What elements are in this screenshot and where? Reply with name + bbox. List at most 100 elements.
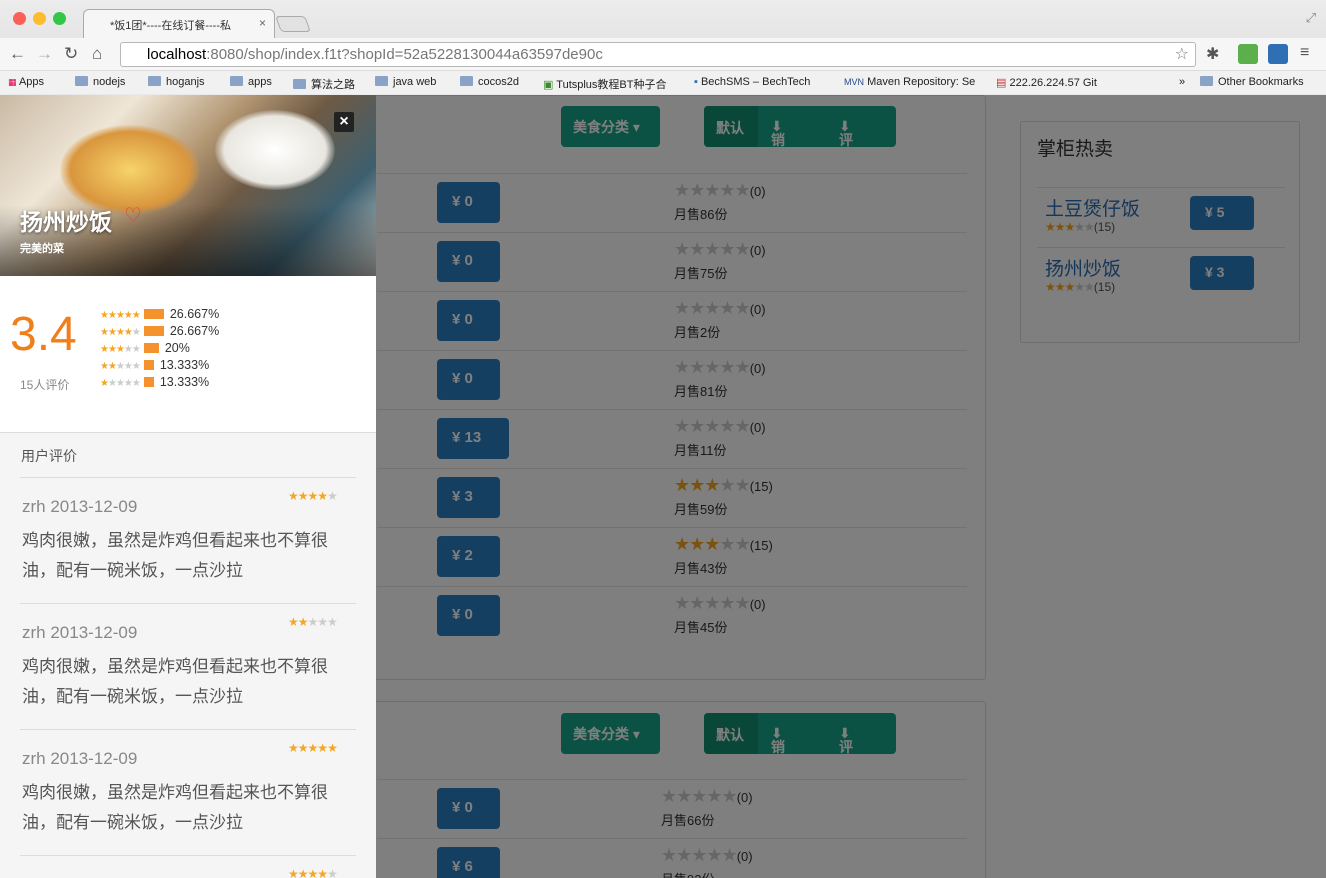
new-tab-button[interactable] xyxy=(275,16,311,32)
favorite-heart-icon[interactable]: ♡ xyxy=(124,203,142,228)
distribution-stars: ★★★★★ xyxy=(100,378,141,389)
reviews-title: 用户评价 xyxy=(21,448,77,464)
bookmark-hoganjs[interactable]: hoganjs xyxy=(148,76,205,88)
divider xyxy=(20,477,356,478)
folder-icon xyxy=(293,79,306,89)
review-stars: ★★★★★ xyxy=(288,615,338,629)
bookmark-javaweb[interactable]: java web xyxy=(375,76,436,88)
review-stars: ★★★★★ xyxy=(288,741,338,755)
git-icon: ▤ xyxy=(996,77,1007,89)
bookmark-label: apps xyxy=(248,76,272,88)
bookmark-apps[interactable]: ▦ Apps xyxy=(8,76,44,88)
rating-distribution-row: ★★★★★ 20% xyxy=(100,341,190,358)
bookmark-label: 算法之路 xyxy=(311,79,355,91)
rating-distribution-row: ★★★★★ 26.667% xyxy=(100,324,219,341)
tab-title: *饭1团*----在线订餐----私 xyxy=(110,20,231,32)
bookmark-label: Maven Repository: Se xyxy=(867,76,976,88)
back-icon[interactable]: ← xyxy=(9,44,26,64)
browser-tab[interactable]: *饭1团*----在线订餐----私 × xyxy=(83,9,275,38)
review-stars: ★★★★★ xyxy=(288,867,338,878)
rating-distribution-row: ★★★★★ 13.333% xyxy=(100,375,209,392)
other-bookmarks[interactable]: Other Bookmarks xyxy=(1200,76,1304,88)
bookmark-git[interactable]: ▤ 222.26.224.57 Git xyxy=(996,76,1097,89)
review-user-date: zrh 2013-12-09 xyxy=(22,749,138,768)
minimize-window-icon[interactable] xyxy=(33,12,46,25)
folder-icon xyxy=(1200,76,1213,86)
distribution-bar xyxy=(143,309,164,319)
forward-icon[interactable]: → xyxy=(36,44,53,64)
tutsplus-icon: ▣ xyxy=(543,79,554,91)
rating-count: 15人评价 xyxy=(20,378,70,392)
bookmark-star-icon[interactable]: ☆ xyxy=(1175,44,1189,64)
distribution-stars: ★★★★★ xyxy=(100,310,141,321)
folder-icon xyxy=(460,76,473,86)
url-host: localhost xyxy=(147,46,207,63)
home-icon[interactable]: ⌂ xyxy=(92,44,102,64)
bookmark-label: 222.26.224.57 Git xyxy=(1009,77,1097,89)
fullscreen-icon[interactable]: ⤢ xyxy=(1306,10,1316,26)
photo-shape xyxy=(60,125,200,215)
divider xyxy=(20,729,356,730)
divider xyxy=(20,855,356,856)
rating-distribution-row: ★★★★★ 26.667% xyxy=(100,307,219,324)
review-user-date: zrh 2013-12-09 xyxy=(22,623,138,642)
bookmark-bechsms[interactable]: ▪ BechSMS – BechTech xyxy=(694,76,829,88)
distribution-bar xyxy=(143,377,154,387)
distribution-percent: 13.333% xyxy=(159,375,210,389)
rating-distribution-row: ★★★★★ 13.333% xyxy=(100,358,209,375)
zoom-window-icon[interactable] xyxy=(53,12,66,25)
bookmark-label: cocos2d xyxy=(478,76,519,88)
bookmark-nodejs[interactable]: nodejs xyxy=(75,76,125,88)
bookmark-label: java web xyxy=(393,76,437,88)
bookmark-label: nodejs xyxy=(93,76,126,88)
menu-icon[interactable]: ≡ xyxy=(1300,44,1309,62)
review-text: 鸡肉很嫩，虽然是炸鸡但看起来也不算很油，配有一碗米饭，一点沙拉 xyxy=(22,657,328,706)
average-score: 3.4 xyxy=(10,308,77,361)
bookmarks-bar: ▦ Apps nodejs hoganjs apps 算法之路 java web… xyxy=(0,70,1326,94)
bookmark-label: Tutsplus教程BT种子合 xyxy=(556,79,667,91)
close-window-icon[interactable] xyxy=(13,12,26,25)
bookmark-apps-folder[interactable]: apps xyxy=(230,76,272,88)
bookmark-overflow[interactable]: » xyxy=(1179,76,1185,88)
maven-icon: MVN xyxy=(844,77,864,87)
dish-name: 扬州炒饭 xyxy=(20,209,112,235)
bookmark-maven[interactable]: MVN Maven Repository: Se xyxy=(844,76,979,88)
folder-icon xyxy=(148,76,161,86)
distribution-percent: 13.333% xyxy=(159,358,210,372)
bechsms-icon: ▪ xyxy=(694,76,698,88)
distribution-percent: 26.667% xyxy=(169,307,220,321)
distribution-bar xyxy=(143,360,154,370)
url-path: :8080/shop/index.f1t?shopId=52a522813004… xyxy=(206,46,603,63)
folder-icon xyxy=(230,76,243,86)
review-text: 鸡肉很嫩，虽然是炸鸡但看起来也不算很油，配有一碗米饭，一点沙拉 xyxy=(22,531,328,580)
extension-print-icon[interactable] xyxy=(1238,44,1258,64)
bookmark-algorithms[interactable]: 算法之路 xyxy=(293,76,355,92)
dish-detail-panel: × 扬州炒饭 ♡ 完美的菜 3.4 15人评价 ★★★★★ 26.667% ★★★★… xyxy=(0,95,376,878)
bookmark-cocos2d[interactable]: cocos2d xyxy=(460,76,519,88)
distribution-stars: ★★★★★ xyxy=(100,327,141,338)
extension-printer-icon[interactable] xyxy=(1268,44,1288,64)
distribution-percent: 20% xyxy=(164,341,190,355)
bookmark-label: Other Bookmarks xyxy=(1218,76,1304,88)
folder-icon xyxy=(75,76,88,86)
address-bar[interactable]: localhost:8080/shop/index.f1t?shopId=52a… xyxy=(120,42,1196,67)
review-user-date: zrh 2013-12-09 xyxy=(22,497,138,516)
close-panel-button[interactable]: × xyxy=(334,112,354,132)
folder-icon xyxy=(375,76,388,86)
reviews-section[interactable]: 用户评价 ★★★★★ zrh 2013-12-09 鸡肉很嫩，虽然是炸鸡但看起来也不… xyxy=(0,433,376,878)
distribution-bar xyxy=(143,326,164,336)
extension-bug-icon[interactable]: ✱ xyxy=(1206,44,1226,64)
photo-shape xyxy=(215,110,335,190)
bookmark-label: Apps xyxy=(18,76,45,88)
distribution-percent: 26.667% xyxy=(169,324,220,338)
divider xyxy=(20,603,356,604)
review-stars: ★★★★★ xyxy=(288,489,338,503)
distribution-stars: ★★★★★ xyxy=(100,361,141,372)
reload-icon[interactable]: ↻ xyxy=(64,44,78,64)
bookmark-label: BechSMS – BechTech xyxy=(700,76,811,88)
tab-close-icon[interactable]: × xyxy=(259,16,266,30)
bookmark-label: hoganjs xyxy=(166,76,205,88)
browser-chrome: *饭1团*----在线订餐----私 × ⤢ ← → ↻ ⌂ localhost… xyxy=(0,0,1326,94)
review-text: 鸡肉很嫩，虽然是炸鸡但看起来也不算很油，配有一碗米饭，一点沙拉 xyxy=(22,783,328,832)
bookmark-tutsplus[interactable]: ▣ Tutsplus教程BT种子合 xyxy=(543,76,678,92)
